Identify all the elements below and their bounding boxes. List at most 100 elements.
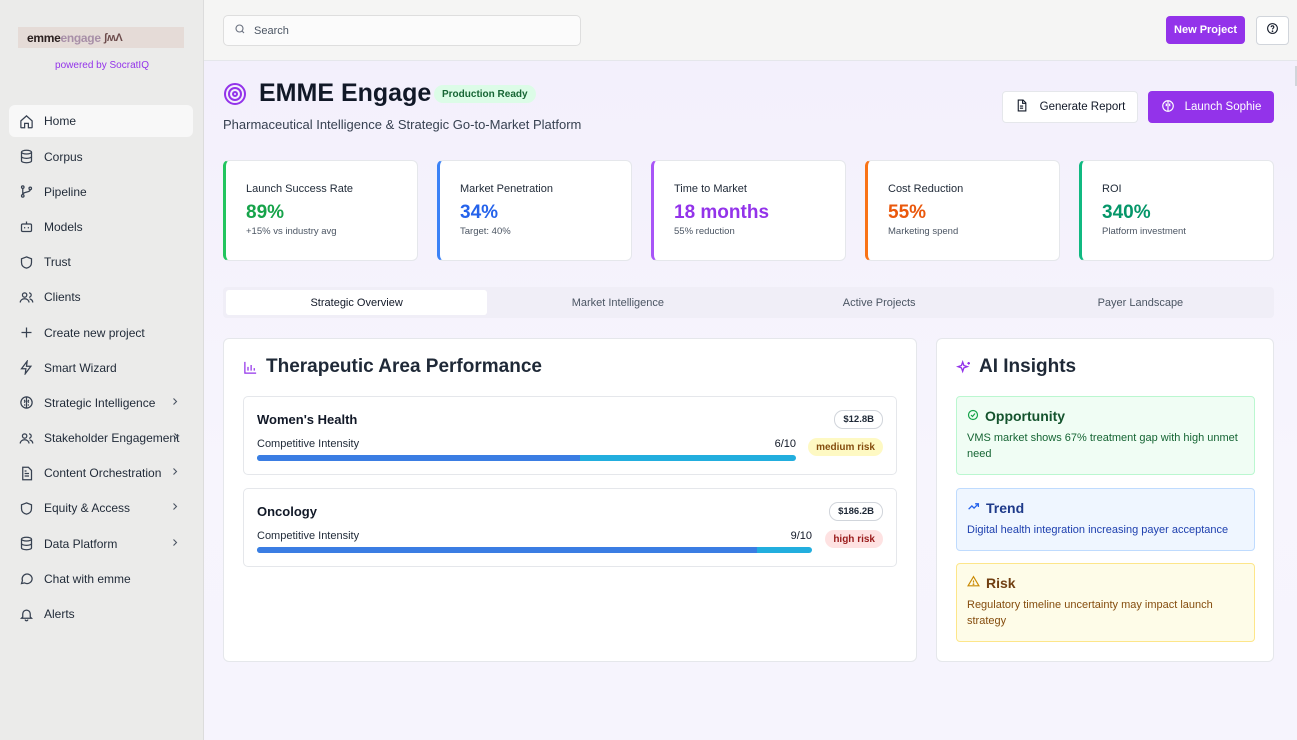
new-project-button[interactable]: New Project: [1166, 16, 1245, 44]
insight-title: Trend: [986, 500, 1025, 516]
area-name: Oncology: [257, 504, 317, 519]
sidebar-item-clients[interactable]: Clients: [9, 280, 193, 315]
status-badge: Production Ready: [434, 85, 536, 103]
bar-chart-icon: [243, 360, 258, 380]
tab-bar: Strategic Overview Market Intelligence A…: [223, 287, 1274, 318]
file-text-icon: [1015, 99, 1028, 115]
stat-card-cost-reduction: Cost Reduction 55% Marketing spend: [865, 160, 1060, 261]
sidebar-item-smart-wizard[interactable]: Smart Wizard: [9, 350, 193, 385]
stat-value: 340%: [1102, 202, 1151, 223]
bot-icon: [18, 219, 34, 235]
insight-text: Regulatory timeline uncertainty may impa…: [967, 599, 1213, 627]
sidebar-item-label: Smart Wizard: [44, 360, 117, 375]
insight-opportunity[interactable]: Opportunity VMS market shows 67% treatme…: [956, 396, 1255, 475]
sidebar-item-corpus[interactable]: Corpus: [9, 139, 193, 174]
stat-card-time-to-market: Time to Market 18 months 55% reduction: [651, 160, 846, 261]
chevron-right-icon: [170, 431, 182, 446]
intensity-bar: [257, 455, 796, 461]
sidebar-item-content-orchestration[interactable]: Content Orchestration: [9, 456, 193, 491]
sidebar-item-label: Clients: [44, 290, 81, 305]
stat-value: 89%: [246, 202, 285, 223]
sidebar-item-label: Corpus: [44, 149, 83, 164]
sidebar-item-models[interactable]: Models: [9, 209, 193, 244]
alert-triangle-icon: [967, 575, 980, 591]
tab-active-projects[interactable]: Active Projects: [749, 290, 1010, 315]
insight-risk[interactable]: Risk Regulatory timeline uncertainty may…: [956, 563, 1255, 642]
git-branch-icon: [18, 184, 34, 200]
therapeutic-performance-panel: Therapeutic Area Performance Women's Hea…: [223, 338, 917, 662]
market-size-badge: $12.8B: [834, 410, 883, 429]
shield-icon: [18, 254, 34, 270]
home-icon: [18, 113, 34, 129]
launch-sophie-button[interactable]: Launch Sophie: [1148, 91, 1274, 123]
insight-trend[interactable]: Trend Digital health integration increas…: [956, 488, 1255, 551]
search-icon: [234, 22, 246, 40]
panel-title: Therapeutic Area Performance: [266, 356, 542, 377]
database-icon: [18, 536, 34, 552]
metric-label: Competitive Intensity: [257, 530, 360, 542]
risk-badge: medium risk: [808, 438, 883, 456]
brain-icon: [18, 395, 34, 411]
brain-icon: [1161, 99, 1175, 116]
logo-mark: ʃʍɅ: [103, 31, 123, 44]
sidebar-item-label: Equity & Access: [44, 501, 131, 516]
metric-label: Competitive Intensity: [257, 438, 360, 450]
tab-payer-landscape[interactable]: Payer Landscape: [1010, 290, 1271, 315]
tab-market-intelligence[interactable]: Market Intelligence: [487, 290, 748, 315]
plus-icon: [18, 325, 34, 341]
intensity-bar-fill: [257, 547, 757, 553]
sidebar-item-strategic-intelligence[interactable]: Strategic Intelligence: [9, 385, 193, 420]
stat-card-launch-success: Launch Success Rate 89% +15% vs industry…: [223, 160, 418, 261]
sidebar-item-stakeholder-engagement[interactable]: Stakeholder Engagement: [9, 421, 193, 456]
trending-up-icon: [967, 500, 980, 516]
insight-text: Digital health integration increasing pa…: [967, 524, 1229, 536]
sidebar-item-equity-access[interactable]: Equity & Access: [9, 491, 193, 526]
stat-value: 34%: [460, 202, 499, 223]
chevron-right-icon: [169, 536, 181, 551]
generate-report-button[interactable]: Generate Report: [1002, 91, 1138, 123]
stat-card-market-penetration: Market Penetration 34% Target: 40%: [437, 160, 632, 261]
powered-by-label: powered by SocratIQ: [55, 60, 149, 71]
risk-badge: high risk: [825, 530, 883, 548]
logo-text-engage: engage: [60, 30, 102, 45]
brand-logo[interactable]: emme engage ʃʍɅ: [18, 27, 184, 48]
page-title: EMME Engage: [259, 79, 432, 107]
insight-title: Risk: [986, 575, 1016, 591]
chevron-right-icon: [169, 466, 181, 481]
users-icon: [18, 430, 34, 446]
help-button[interactable]: [1256, 16, 1289, 45]
sidebar-item-chat-with-emme[interactable]: Chat with emme: [9, 561, 193, 596]
sidebar-item-label: Create new project: [44, 325, 145, 340]
search-input[interactable]: [254, 24, 554, 37]
file-icon: [18, 465, 34, 481]
search-box[interactable]: [223, 15, 581, 46]
stat-sub: Target: 40%: [460, 226, 511, 237]
therapeutic-area-card[interactable]: Women's Health $12.8B Competitive Intens…: [243, 396, 897, 475]
intensity-score: 6/10: [774, 438, 796, 450]
panel-title: AI Insights: [979, 356, 1077, 377]
sidebar-item-label: Home: [44, 114, 77, 128]
stat-sub: Platform investment: [1102, 226, 1186, 237]
tab-strategic-overview[interactable]: Strategic Overview: [226, 290, 488, 315]
therapeutic-area-card[interactable]: Oncology $186.2B Competitive Intensity 9…: [243, 488, 897, 567]
generate-report-label: Generate Report: [1039, 101, 1126, 113]
sidebar-item-label: Stakeholder Engagement: [44, 431, 180, 446]
sidebar-item-pipeline[interactable]: Pipeline: [9, 174, 193, 209]
sidebar-item-data-platform[interactable]: Data Platform: [9, 526, 193, 561]
stat-sub: 55% reduction: [674, 226, 735, 237]
sidebar-item-alerts[interactable]: Alerts: [9, 596, 193, 631]
stat-label: Time to Market: [674, 183, 747, 195]
sidebar: emme engage ʃʍɅ powered by SocratIQ Home C…: [0, 0, 204, 740]
sidebar-item-home[interactable]: Home: [9, 105, 193, 137]
stat-sub: +15% vs industry avg: [246, 226, 337, 237]
stat-label: Cost Reduction: [888, 183, 964, 195]
intensity-bar: [257, 547, 812, 553]
shield-icon: [18, 500, 34, 516]
stat-value: 18 months: [674, 202, 770, 223]
sparkles-icon: [955, 359, 972, 381]
sidebar-item-create-new-project[interactable]: Create new project: [9, 315, 193, 350]
ai-insights-panel: AI Insights Opportunity VMS market shows…: [936, 338, 1274, 662]
stat-sub: Marketing spend: [888, 226, 959, 237]
sidebar-item-trust[interactable]: Trust: [9, 245, 193, 280]
users-icon: [18, 289, 34, 305]
